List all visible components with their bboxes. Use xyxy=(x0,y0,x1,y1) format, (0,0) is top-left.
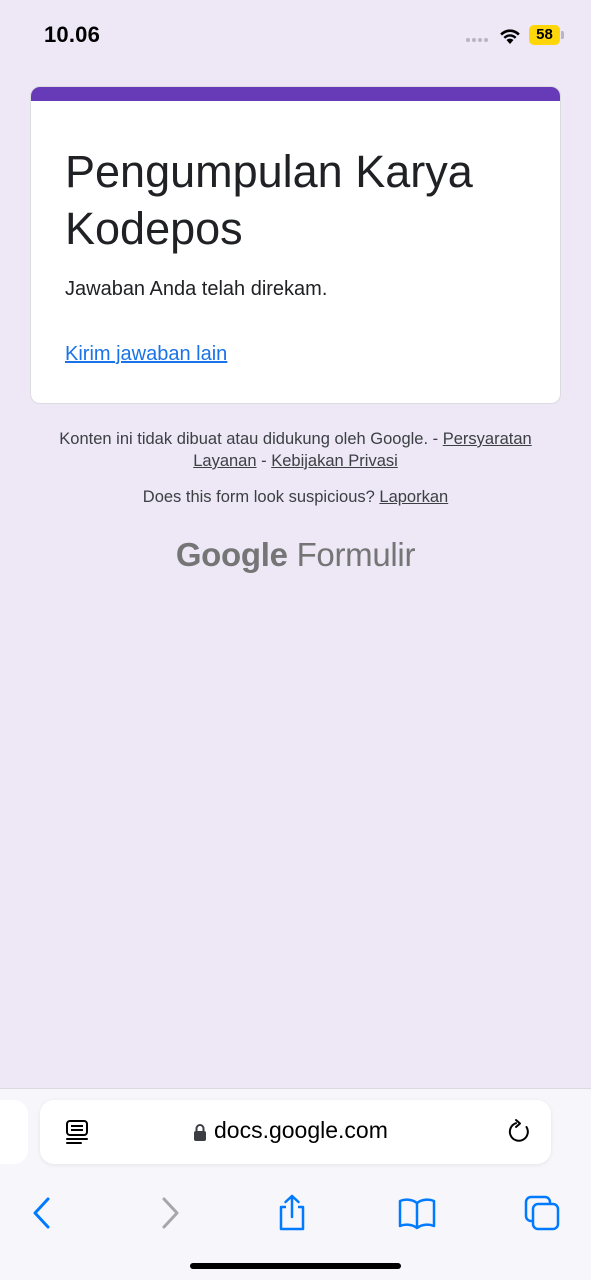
card-accent-bar xyxy=(31,87,560,101)
url-text[interactable]: docs.google.com xyxy=(214,1117,388,1144)
separator: - xyxy=(261,452,267,470)
disclaimer-text: Konten ini tidak dibuat atau didukung ol… xyxy=(59,430,439,448)
disclaimer: Konten ini tidak dibuat atau didukung ol… xyxy=(40,428,551,472)
google-wordmark: Google xyxy=(175,536,288,573)
page: 10.06 58 Pengumpulan Karya Kodepos Jawab… xyxy=(0,0,591,1280)
report-abuse: Does this form look suspicious? Laporkan xyxy=(40,488,551,507)
lock-icon xyxy=(194,1124,206,1141)
back-button[interactable] xyxy=(22,1193,62,1233)
address-bar[interactable]: docs.google.com xyxy=(40,1100,551,1164)
wifi-icon xyxy=(500,29,520,44)
form-title: Pengumpulan Karya Kodepos xyxy=(65,146,473,254)
forward-button[interactable] xyxy=(150,1193,190,1233)
form-card: Pengumpulan Karya Kodepos Jawaban Anda t… xyxy=(30,86,561,404)
battery-icon: 58 xyxy=(529,25,565,45)
back-icon xyxy=(33,1197,50,1229)
status-time: 10.06 xyxy=(44,22,101,47)
cellular-signal-icon xyxy=(466,38,488,42)
status-bar: 10.06 58 xyxy=(0,0,591,72)
reader-icon[interactable] xyxy=(64,1119,90,1145)
bookmarks-button[interactable] xyxy=(397,1193,437,1233)
report-link[interactable]: Laporkan xyxy=(379,488,448,506)
previous-tab-edge[interactable] xyxy=(0,1100,28,1164)
tabs-button[interactable] xyxy=(522,1193,562,1233)
confirmation-message: Jawaban Anda telah direkam. xyxy=(65,278,328,300)
privacy-link[interactable]: Kebijakan Privasi xyxy=(271,452,398,470)
share-icon xyxy=(279,1194,305,1231)
report-question: Does this form look suspicious? xyxy=(142,488,375,506)
tabs-icon xyxy=(524,1195,560,1231)
battery-level: 58 xyxy=(536,26,553,43)
submit-another-response-link[interactable]: Kirim jawaban lain xyxy=(65,343,227,366)
home-indicator[interactable] xyxy=(190,1263,401,1269)
reload-icon[interactable] xyxy=(507,1118,533,1146)
google-forms-logo[interactable]: Google Formulir xyxy=(0,536,591,574)
forward-icon xyxy=(162,1197,179,1229)
forms-wordmark: Formulir xyxy=(296,536,416,573)
bookmarks-icon xyxy=(398,1198,436,1230)
browser-toolbar: docs.google.com xyxy=(0,1088,591,1280)
share-button[interactable] xyxy=(272,1193,312,1233)
